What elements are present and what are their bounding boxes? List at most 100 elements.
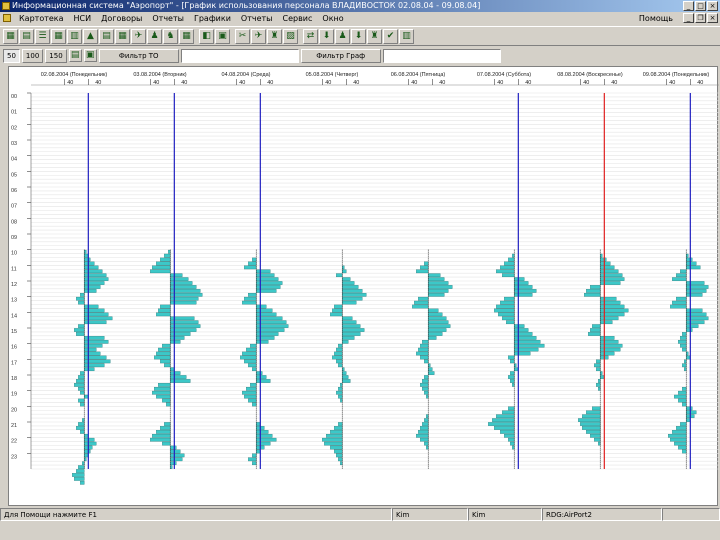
print-icon[interactable]: ▤ [68,49,82,62]
menu-item-dogovory[interactable]: Договоры [96,12,147,25]
list-icon[interactable]: ☰ [35,28,50,44]
tick-label: 40 [669,80,675,86]
filter-graf-field[interactable] [382,48,501,63]
menu-item-otchety-2[interactable]: Отчеты [236,12,278,25]
usage-bar [248,261,257,266]
usage-bar [256,441,271,446]
usage-bar [78,375,85,379]
down-arrow-icon[interactable]: ⬇ [319,28,334,44]
usage-bar [502,316,515,321]
usage-bar [674,394,687,399]
usage-bar [420,265,429,270]
filter-to-field[interactable] [180,48,299,63]
menu-item-nsi[interactable]: НСИ [69,12,97,25]
usage-bar [600,281,621,285]
usage-bar [342,285,359,289]
usage-bar [672,300,687,305]
usage-bar [342,316,353,321]
usage-bar [170,449,181,454]
usage-bar [586,430,601,434]
usage-bar [80,292,85,297]
filter-to-button[interactable]: Фильтр ТО [98,48,179,63]
plane-2-icon[interactable]: ✈ [251,28,266,44]
usage-bar [242,300,257,305]
menu-item-help[interactable]: Помощь [634,12,678,25]
check-icon[interactable]: ✔ [383,28,398,44]
usage-bar [686,406,693,411]
graph-icon[interactable]: ▨ [283,28,298,44]
staff-icon[interactable]: ♞ [163,28,178,44]
menu-item-kartoteka[interactable]: Картотека [14,12,69,25]
usage-bar [336,390,343,395]
usage-bar [428,289,449,293]
usage-bar [256,339,269,344]
scale-150-button[interactable]: 150 [45,48,67,63]
usage-bar [686,265,701,270]
usage-bar [498,312,515,317]
usage-bar [156,261,171,266]
usage-bar [592,324,601,328]
minimize-button[interactable]: _ [683,1,694,11]
grid-icon[interactable]: ▦ [3,28,18,44]
arrows-icon[interactable]: ⇄ [303,28,318,44]
schedule-icon[interactable]: ▦ [115,28,130,44]
usage-bar [680,336,687,340]
menu-item-otchety[interactable]: Отчеты [147,12,189,25]
hour-label: 05 [11,172,17,178]
crew-icon[interactable]: ♜ [267,28,282,44]
scale-50-button[interactable]: 50 [3,48,20,63]
usage-bar [322,437,343,442]
doc-minimize-button[interactable]: _ [683,13,694,23]
usage-bar [78,324,85,328]
stats-icon[interactable]: ▥ [399,28,414,44]
usage-bar [84,437,95,442]
save-icon[interactable]: ▣ [215,28,230,44]
chart-icon[interactable]: ▥ [67,28,82,44]
maximize-button[interactable]: □ [695,1,706,11]
table-icon[interactable]: ▤ [19,28,34,44]
filter-graf-button[interactable]: Фильтр Граф [300,48,381,63]
table-2-icon[interactable]: ▦ [179,28,194,44]
usage-bar [600,300,621,305]
usage-bar [170,371,181,375]
exit-icon[interactable]: ◧ [199,28,214,44]
image-icon[interactable]: ▲ [83,28,98,44]
people-icon[interactable]: ♟ [147,28,162,44]
plane-icon[interactable]: ✈ [131,28,146,44]
usage-bar [600,320,613,325]
arrow-down-2-icon[interactable]: ⬇ [351,28,366,44]
menu-item-servis[interactable]: Сервис [278,12,318,25]
preview-icon[interactable]: ▣ [83,49,97,62]
usage-bar [500,300,515,305]
report-icon[interactable]: ▤ [99,28,114,44]
usage-bar [84,281,105,285]
usage-bar [164,253,171,258]
scale-100-button[interactable]: 100 [21,48,44,63]
main-toolbar: ▦ ▤ ☰ ▦ ▥ ▲ ▤ ▦ ✈ ♟ ♞ ▦ ◧ ▣ ✂ ✈ ♜ ▨ ⇄ ⬇ … [0,26,720,46]
calendar-icon[interactable]: ▦ [51,28,66,44]
usage-bar [428,328,447,332]
usage-bar [508,437,515,442]
crew-2-icon[interactable]: ♜ [367,28,382,44]
usage-bar [342,336,355,340]
menu-item-okno[interactable]: Окно [317,12,348,25]
document-icon[interactable] [3,14,11,22]
tick-label: 40 [95,80,101,86]
menu-item-grafiki[interactable]: Графики [189,12,236,25]
doc-restore-button[interactable]: ❐ [695,13,706,23]
usage-bar [424,418,429,422]
tick-label: 40 [239,80,245,86]
close-button[interactable]: × [707,1,718,11]
tick-label: 40 [353,80,359,86]
hour-label: 01 [11,110,17,116]
window-title: Информационная система "Аэропорт" - [Гра… [12,1,481,10]
usage-bar [494,308,515,313]
tool-icon[interactable]: ✂ [235,28,250,44]
usage-bar [586,410,601,415]
usage-bar [84,367,95,372]
doc-close-button[interactable]: × [707,13,718,23]
usage-bar [514,281,529,285]
usage-bar [244,394,257,399]
staff-usage-chart[interactable]: 00 01 02 03 04 05 06 07 08 09 10 11 12 13 14 15 16 17 18 19… [8,66,719,506]
people-2-icon[interactable]: ♟ [335,28,350,44]
